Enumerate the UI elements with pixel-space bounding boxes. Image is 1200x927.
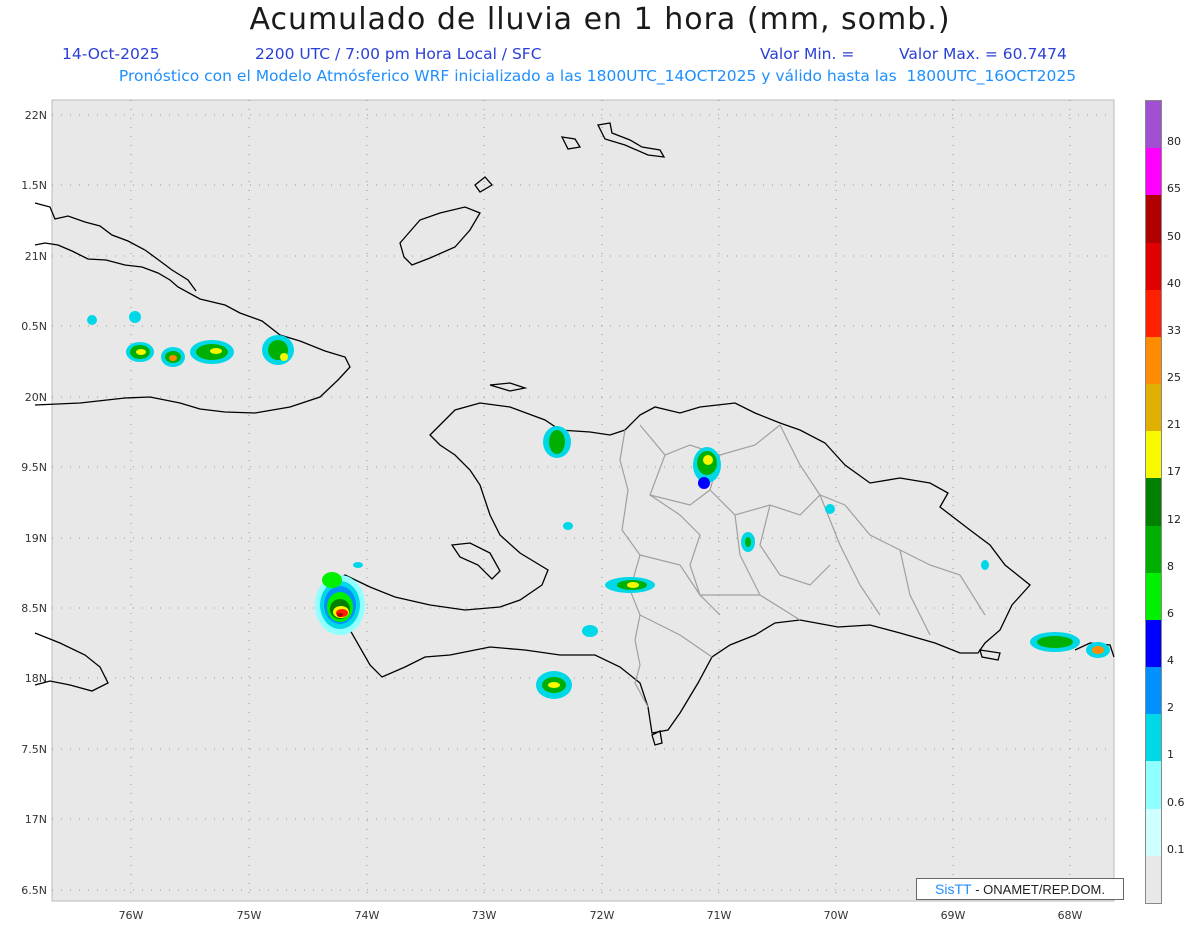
rain-cell-sea [536,671,572,699]
credit-box: SisTT - ONAMET/REP.DOM. [916,878,1124,900]
lat-label: 1.5N [21,179,47,192]
lat-label: 19N [25,532,47,545]
colorbar-label: 2 [1167,701,1174,715]
rain-cell-cuba-4 [262,335,294,365]
colorbar-segment [1146,289,1161,338]
rain-cell-cuba-1 [126,342,154,362]
rain-cell-north-haiti [543,426,571,458]
lon-label: 71W [707,909,732,922]
rain-cell-cuba-3 [190,340,234,364]
lat-label: 7.5N [21,743,47,756]
lon-label: 69W [941,909,966,922]
colorbar-segment [1146,431,1161,479]
colorbar-segment [1146,714,1161,762]
colorbar-label: 1 [1167,748,1174,762]
lat-label: 6.5N [21,884,47,897]
colorbar-segment [1146,855,1161,904]
colorbar-segment [1146,384,1161,432]
lon-label: 76W [119,909,144,922]
colorbar-label: 80 [1167,135,1181,149]
lon-label: 70W [824,909,849,922]
colorbar-segment [1146,242,1161,291]
colorbar-segment [1146,336,1161,385]
lon-label: 74W [355,909,380,922]
colorbar-label: 40 [1167,276,1181,290]
colorbar-segment [1146,761,1161,810]
lat-label: 9.5N [21,461,47,474]
lon-axis: 76W 75W 74W 73W 72W 71W 70W 69W 68W [119,909,1083,922]
valid-date: 14-Oct-2025 [62,45,160,63]
lat-label: 22N [25,109,47,122]
model-description: Pronóstico con el Modelo Atmósferico WRF… [118,67,1077,85]
lat-label: 20N [25,391,47,404]
colorbar-segment [1146,808,1161,857]
colorbar-label: 21 [1167,418,1181,432]
lon-label: 72W [590,909,615,922]
colorbar [1145,100,1162,904]
colorbar-label: 25 [1167,371,1181,385]
colorbar-label: 6 [1167,606,1174,620]
colorbar-label: 17 [1167,465,1181,479]
lon-label: 75W [237,909,262,922]
colorbar-segment [1146,619,1161,668]
colorbar-segment [1146,667,1161,715]
colorbar-label: 4 [1167,654,1174,668]
colorbar-segment [1146,195,1161,244]
lat-label: 21N [25,250,47,263]
rain-cell-border [605,577,655,593]
colorbar-label: 0.1 [1167,842,1185,856]
lat-axis: 22N1.5N21N0.5N20N9.5N19N8.5N18N7.5N17N6.… [21,109,47,897]
colorbar-segment [1146,572,1161,621]
colorbar-label: 33 [1167,323,1181,337]
credit-text: - ONAMET/REP.DOM. [975,882,1105,897]
colorbar-segment [1146,478,1161,527]
map-title: Acumulado de lluvia en 1 hora (mm, somb.… [249,2,951,37]
colorbar-label: 8 [1167,559,1174,573]
valid-time: 2200 UTC / 7:00 pm Hora Local / SFC [255,45,542,63]
map-background [52,100,1114,901]
lon-label: 73W [472,909,497,922]
colorbar-segment [1146,148,1161,196]
sisnt-logo: SisTT [935,881,972,897]
lat-label: 8.5N [21,602,47,615]
colorbar-segment [1146,101,1161,149]
colorbar-label: 12 [1167,512,1181,526]
lat-label: 0.5N [21,320,47,333]
lon-label: 68W [1058,909,1083,922]
colorbar-label: 65 [1167,182,1181,196]
lat-label: 17N [25,813,47,826]
max-value: Valor Max. = 60.7474 [899,45,1067,63]
min-value: Valor Min. = [760,45,855,63]
colorbar-label: 50 [1167,229,1181,243]
precipitation-map: 22N1.5N21N0.5N20N9.5N19N8.5N18N7.5N17N6.… [21,99,1115,922]
colorbar-label: 0.6 [1167,795,1185,809]
rain-cell-cuba-2 [161,347,185,367]
colorbar-segment [1146,525,1161,574]
